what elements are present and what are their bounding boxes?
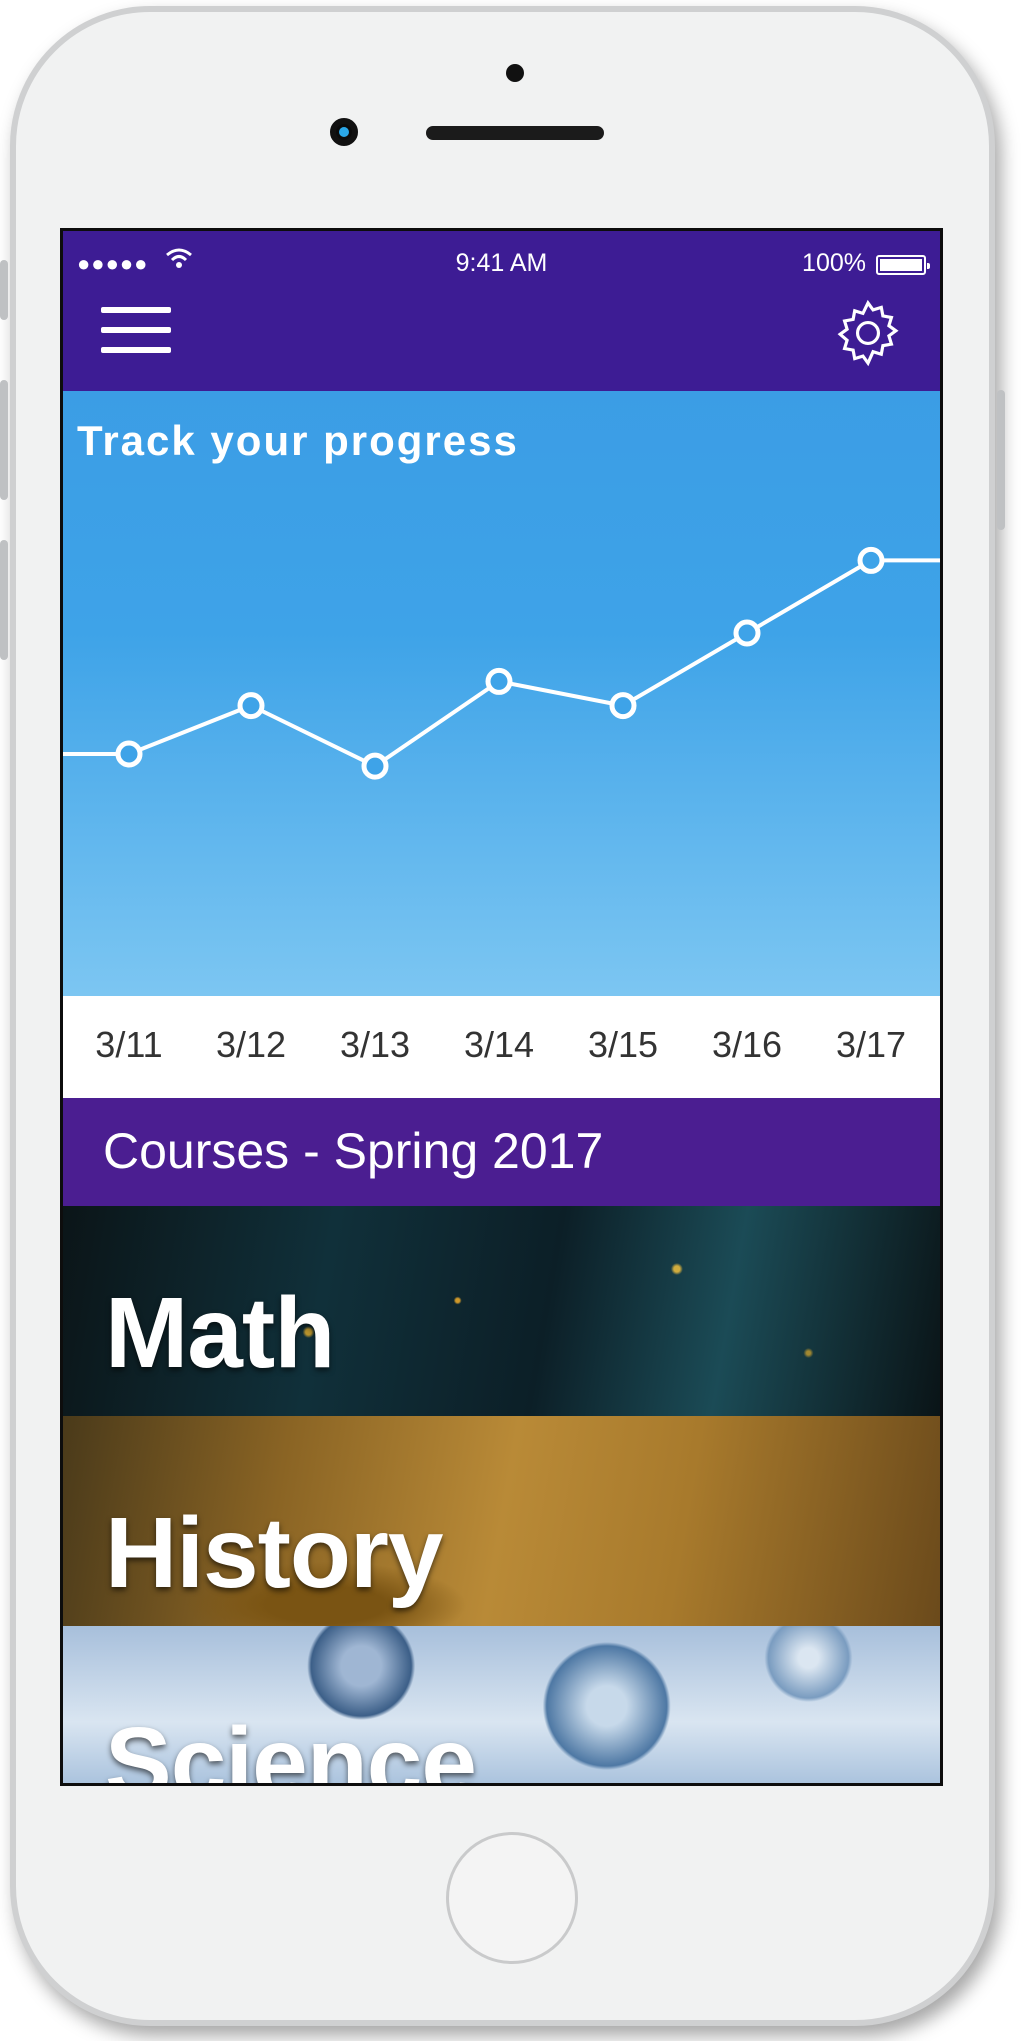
- proximity-sensor: [506, 64, 524, 82]
- power-button: [997, 390, 1005, 530]
- mute-switch: [0, 260, 8, 320]
- courses-title: Courses - Spring 2017: [103, 1123, 604, 1179]
- data-point-3-13[interactable]: [361, 752, 389, 780]
- battery-icon: [876, 255, 930, 275]
- x-tick-label: 3/12: [215, 1024, 287, 1065]
- battery-fill: [880, 259, 922, 271]
- gear-icon[interactable]: [830, 295, 906, 371]
- earpiece-speaker: [426, 126, 604, 140]
- data-point-3-14[interactable]: [485, 667, 513, 695]
- data-point-3-17[interactable]: [857, 546, 885, 574]
- chart-x-axis: 3/11 3/12 3/13 3/14 3/15 3/16 3/17: [63, 996, 940, 1098]
- progress-line: [63, 558, 940, 769]
- battery-percentage: 100%: [802, 249, 866, 277]
- x-tick-label: 3/17: [835, 1024, 907, 1065]
- data-point-3-11[interactable]: [115, 740, 143, 768]
- x-tick-label: 3/11: [95, 1024, 163, 1065]
- progress-chart: Track your progress: [63, 391, 940, 996]
- course-label: Science: [105, 1707, 477, 1786]
- courses-header: Courses - Spring 2017: [63, 1098, 940, 1206]
- course-card-science[interactable]: Science: [63, 1626, 940, 1786]
- x-tick-label: 3/14: [463, 1024, 535, 1065]
- data-point-3-16[interactable]: [733, 619, 761, 647]
- data-point-3-15[interactable]: [609, 692, 637, 720]
- data-point-3-12[interactable]: [237, 692, 265, 720]
- course-card-history[interactable]: History: [63, 1416, 940, 1626]
- x-tick-label: 3/13: [339, 1024, 411, 1065]
- course-label: Math: [105, 1277, 335, 1389]
- home-button[interactable]: [446, 1832, 578, 1964]
- app-header: ●●●●● 9:41 AM 100%: [63, 231, 940, 391]
- front-camera: [330, 118, 358, 146]
- x-tick-label: 3/16: [711, 1024, 783, 1065]
- app-screen: ●●●●● 9:41 AM 100% Track your progress 3…: [60, 228, 943, 1786]
- course-card-math[interactable]: Math: [63, 1206, 940, 1416]
- hamburger-menu-icon[interactable]: [101, 303, 171, 359]
- volume-up-button: [0, 380, 8, 500]
- volume-down-button: [0, 540, 8, 660]
- x-tick-label: 3/15: [587, 1024, 659, 1065]
- progress-line-chart: [63, 546, 940, 780]
- course-label: History: [105, 1497, 444, 1609]
